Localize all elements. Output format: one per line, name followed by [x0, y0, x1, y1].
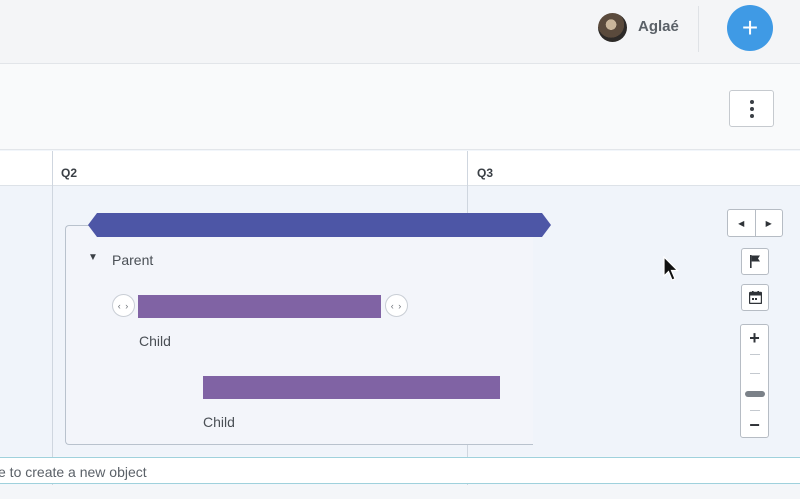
- user-avatar[interactable]: [598, 13, 627, 42]
- zoom-slider[interactable]: + −: [740, 324, 769, 438]
- chevron-right-icon: ▶: [765, 218, 772, 228]
- zoom-out-button[interactable]: −: [741, 414, 768, 436]
- plus-icon: +: [741, 12, 759, 43]
- child-bar-2[interactable]: [203, 376, 500, 399]
- minus-icon: −: [749, 414, 760, 435]
- column-divider: [52, 151, 53, 499]
- add-button[interactable]: +: [727, 5, 773, 51]
- child-bar-1[interactable]: [138, 295, 381, 318]
- zoom-knob[interactable]: [745, 391, 765, 397]
- resize-handle-right-icon[interactable]: ‹ ›: [385, 294, 408, 317]
- chevron-left-icon: ◀: [738, 218, 745, 228]
- toolbar: [0, 64, 800, 150]
- more-options-button[interactable]: [729, 90, 774, 127]
- resize-handle-left-icon[interactable]: ‹ ›: [112, 294, 135, 317]
- scroll-left-button[interactable]: ◀: [728, 210, 755, 236]
- scroll-nav: ◀ ▶: [727, 209, 783, 237]
- vertical-ellipsis-icon: [749, 99, 754, 118]
- quick-add-row[interactable]: e to create a new object: [0, 457, 800, 484]
- flag-icon: [750, 255, 760, 268]
- zoom-tick: [750, 354, 760, 355]
- milestone-button[interactable]: [741, 248, 769, 275]
- scroll-right-button[interactable]: ▶: [754, 210, 783, 236]
- child-label-1[interactable]: Child: [139, 333, 171, 349]
- zoom-tick: [750, 373, 760, 374]
- mouse-cursor-icon: [663, 256, 679, 281]
- zoom-tick: [750, 410, 760, 411]
- user-name[interactable]: Aglaé: [638, 18, 679, 35]
- today-button[interactable]: [741, 284, 769, 311]
- parent-label[interactable]: Parent: [112, 252, 153, 268]
- timeline-header: Q2 Q3: [0, 151, 800, 186]
- collapse-caret-icon[interactable]: ▼: [88, 252, 98, 263]
- zoom-in-button[interactable]: +: [741, 327, 768, 349]
- calendar-icon: [748, 291, 762, 304]
- quick-add-hint: e to create a new object: [0, 464, 147, 480]
- divider: [698, 6, 699, 52]
- footer: [0, 485, 800, 499]
- child-label-2[interactable]: Child: [203, 414, 235, 430]
- plus-icon: +: [749, 327, 760, 348]
- top-bar: Aglaé +: [0, 0, 800, 64]
- column-header-q3: Q3: [477, 166, 494, 180]
- parent-summary-bar[interactable]: [88, 213, 551, 237]
- column-header-q2: Q2: [61, 166, 78, 180]
